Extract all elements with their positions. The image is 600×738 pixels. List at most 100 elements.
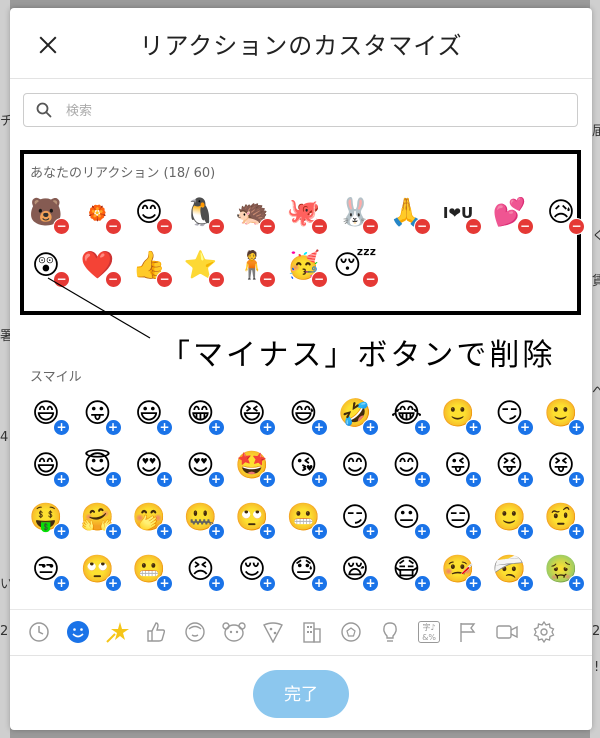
smile-emoji[interactable]: 😘 + xyxy=(286,448,328,488)
smile-emoji[interactable]: 🙂 + xyxy=(492,500,534,540)
animal-icon[interactable] xyxy=(222,620,246,644)
video-icon[interactable] xyxy=(495,620,519,644)
add-reaction-button[interactable]: + xyxy=(362,471,379,488)
add-reaction-button[interactable]: + xyxy=(207,419,225,436)
building-icon[interactable] xyxy=(300,620,324,644)
smile-emoji[interactable]: 🙂 + xyxy=(440,396,482,436)
add-reaction-button[interactable]: + xyxy=(362,523,379,540)
pizza-icon[interactable] xyxy=(261,620,285,644)
smile-emoji[interactable]: 😄 + xyxy=(28,448,70,488)
add-reaction-button[interactable]: + xyxy=(362,419,379,436)
smile-emoji[interactable]: 😣 + xyxy=(183,552,225,592)
smile-emoji[interactable]: 😒 + xyxy=(28,552,70,592)
smile-emoji[interactable]: 😊 + xyxy=(389,448,431,488)
smile-emoji[interactable]: 😬 + xyxy=(286,500,328,540)
smile-emoji[interactable]: 😏 + xyxy=(337,500,379,540)
add-reaction-button[interactable]: + xyxy=(104,471,122,488)
smile-emoji[interactable]: 😌 + xyxy=(234,552,276,592)
smile-emoji[interactable]: 😛 + xyxy=(80,396,122,436)
smile-emoji[interactable]: 😄 + xyxy=(28,396,70,436)
smile-emoji[interactable]: 🤗 + xyxy=(80,500,122,540)
smile-emoji[interactable]: 😂 + xyxy=(389,396,431,436)
smile-emoji[interactable]: 😊 + xyxy=(337,448,379,488)
smile-emoji[interactable]: 😁 + xyxy=(183,396,225,436)
add-reaction-button[interactable]: + xyxy=(104,419,122,436)
smile-emoji[interactable]: 🙂 + xyxy=(543,396,585,436)
smile-emoji[interactable]: 🤢 + xyxy=(543,552,585,592)
smile-emoji[interactable]: 😅 + xyxy=(286,396,328,436)
add-reaction-button[interactable]: + xyxy=(259,419,276,436)
smile-emoji[interactable]: 😑 + xyxy=(440,500,482,540)
smile-emoji[interactable]: 🤑 + xyxy=(28,500,70,540)
add-reaction-button[interactable]: + xyxy=(104,523,122,540)
smile-emoji[interactable]: 😓 + xyxy=(286,552,328,592)
add-reaction-button[interactable]: + xyxy=(207,471,225,488)
add-reaction-button[interactable]: + xyxy=(259,575,276,592)
add-reaction-button[interactable]: + xyxy=(156,419,173,436)
add-reaction-button[interactable]: + xyxy=(465,471,482,488)
add-reaction-button[interactable]: + xyxy=(310,575,328,592)
smile-emoji[interactable]: 🤩 + xyxy=(234,448,276,488)
gear-icon[interactable] xyxy=(532,620,556,644)
add-reaction-button[interactable]: + xyxy=(156,471,173,488)
add-reaction-button[interactable]: + xyxy=(259,471,276,488)
add-reaction-button[interactable]: + xyxy=(53,575,70,592)
star-burst-icon[interactable] xyxy=(105,620,129,644)
add-reaction-button[interactable]: + xyxy=(310,471,328,488)
smile-emoji[interactable]: 🤕 + xyxy=(492,552,534,592)
add-reaction-button[interactable]: + xyxy=(568,575,585,592)
smile-emoji[interactable]: 🤨 + xyxy=(543,500,585,540)
add-reaction-button[interactable]: + xyxy=(516,419,534,436)
add-reaction-button[interactable]: + xyxy=(362,575,379,592)
add-reaction-button[interactable]: + xyxy=(568,471,585,488)
add-reaction-button[interactable]: + xyxy=(156,575,173,592)
add-reaction-button[interactable]: + xyxy=(53,523,70,540)
smile-emoji[interactable]: 😜 + xyxy=(440,448,482,488)
smile-emoji[interactable]: 😍 + xyxy=(131,448,173,488)
add-reaction-button[interactable]: + xyxy=(465,523,482,540)
add-reaction-button[interactable]: + xyxy=(516,471,534,488)
add-reaction-button[interactable]: + xyxy=(53,471,70,488)
add-reaction-button[interactable]: + xyxy=(156,523,173,540)
smile-emoji[interactable]: 😇 + xyxy=(80,448,122,488)
add-reaction-button[interactable]: + xyxy=(568,523,585,540)
add-reaction-button[interactable]: + xyxy=(465,419,482,436)
smile-emoji[interactable]: 😃 + xyxy=(131,396,173,436)
add-reaction-button[interactable]: + xyxy=(310,419,328,436)
smile-emoji[interactable]: 😷 + xyxy=(389,552,431,592)
smile-emoji[interactable]: 😍 + xyxy=(183,448,225,488)
smile-emoji[interactable]: 🤭 + xyxy=(131,500,173,540)
face-icon[interactable] xyxy=(183,620,207,644)
add-reaction-button[interactable]: + xyxy=(207,575,225,592)
smile-emoji[interactable]: 🙄 + xyxy=(234,500,276,540)
flag-icon[interactable] xyxy=(456,620,480,644)
add-reaction-button[interactable]: + xyxy=(413,419,431,436)
add-reaction-button[interactable]: + xyxy=(207,523,225,540)
symbols-icon[interactable]: 字♪&% xyxy=(415,620,443,644)
smile-emoji[interactable]: 😐 + xyxy=(389,500,431,540)
add-reaction-button[interactable]: + xyxy=(259,523,276,540)
smile-emoji[interactable]: 😝 + xyxy=(492,448,534,488)
add-reaction-button[interactable]: + xyxy=(413,523,431,540)
smile-emoji[interactable]: 🤒 + xyxy=(440,552,482,592)
smile-emoji[interactable]: 🤐 + xyxy=(183,500,225,540)
clock-icon[interactable] xyxy=(27,620,51,644)
add-reaction-button[interactable]: + xyxy=(568,419,585,436)
add-reaction-button[interactable]: + xyxy=(310,523,328,540)
smile-emoji[interactable]: 😏 + xyxy=(492,396,534,436)
add-reaction-button[interactable]: + xyxy=(516,523,534,540)
smile-emoji[interactable]: 🤣 + xyxy=(337,396,379,436)
add-reaction-button[interactable]: + xyxy=(516,575,534,592)
done-button[interactable]: 完了 xyxy=(253,670,349,718)
add-reaction-button[interactable]: + xyxy=(413,471,431,488)
add-reaction-button[interactable]: + xyxy=(413,575,431,592)
add-reaction-button[interactable]: + xyxy=(465,575,482,592)
smile-emoji[interactable]: 😪 + xyxy=(337,552,379,592)
lightbulb-icon[interactable] xyxy=(378,620,402,644)
smile-emoji[interactable]: 🙄 + xyxy=(80,552,122,592)
smile-emoji[interactable]: 😝 + xyxy=(543,448,585,488)
smiley-icon[interactable] xyxy=(66,620,90,644)
smile-emoji[interactable]: 😬 + xyxy=(131,552,173,592)
add-reaction-button[interactable]: + xyxy=(53,419,70,436)
add-reaction-button[interactable]: + xyxy=(104,575,122,592)
